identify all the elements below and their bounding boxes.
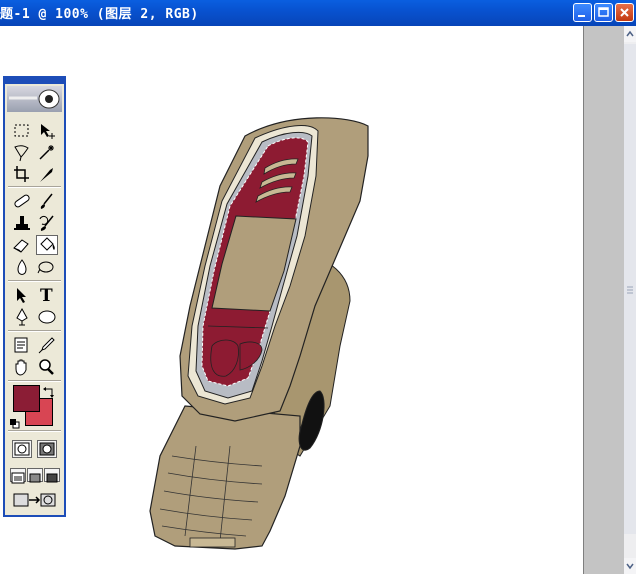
crop-tool-icon[interactable] — [11, 164, 33, 184]
marquee-tool-icon[interactable] — [11, 121, 33, 141]
magic-wand-tool-icon[interactable] — [36, 142, 58, 162]
shape-tool-icon[interactable] — [36, 307, 58, 327]
foreground-color-swatch[interactable] — [13, 385, 40, 412]
history-brush-tool-icon[interactable] — [36, 213, 58, 233]
standard-mode-button[interactable] — [12, 440, 32, 458]
slice-tool-icon[interactable] — [36, 164, 58, 184]
pasteboard-area — [583, 26, 625, 574]
lasso-tool-icon[interactable] — [11, 142, 33, 162]
swap-colors-icon[interactable] — [43, 383, 55, 398]
dodge-tool-icon[interactable] — [36, 257, 58, 277]
toolbox-titlebar[interactable] — [5, 78, 64, 84]
hand-tool-icon[interactable] — [11, 357, 33, 377]
default-colors-icon[interactable] — [10, 414, 20, 429]
move-tool-icon[interactable] — [36, 121, 58, 141]
toolbox-separator — [8, 330, 61, 332]
phone-illustration — [149, 117, 369, 550]
paint-bucket-tool-icon[interactable] — [36, 235, 58, 255]
pen-tool-icon[interactable] — [11, 307, 33, 327]
toolbox-separator — [8, 280, 61, 282]
full-screen-mode-button[interactable] — [44, 468, 60, 483]
toolbox-separator — [8, 380, 61, 382]
blur-tool-icon[interactable] — [11, 257, 33, 277]
window-title: 题-1 @ 100% (图层 2, RGB) — [0, 7, 199, 22]
healing-brush-tool-icon[interactable] — [11, 191, 33, 211]
minimize-button[interactable] — [573, 3, 592, 22]
type-tool-glyph: T — [40, 286, 53, 305]
brush-tool-icon[interactable] — [36, 191, 58, 211]
window-titlebar[interactable]: 题-1 @ 100% (图层 2, RGB) — [0, 0, 636, 26]
path-selection-tool-icon[interactable] — [11, 285, 33, 305]
eraser-tool-icon[interactable] — [11, 235, 33, 255]
clone-stamp-tool-icon[interactable] — [11, 213, 33, 233]
scroll-thumb[interactable] — [624, 44, 636, 534]
toolbox-separator — [8, 186, 61, 188]
document-canvas[interactable] — [0, 26, 583, 574]
eyedropper-tool-icon[interactable] — [36, 335, 58, 355]
notes-tool-icon[interactable] — [11, 335, 33, 355]
close-button[interactable] — [615, 3, 634, 22]
type-tool-icon[interactable]: T — [36, 285, 58, 305]
vertical-scrollbar[interactable] — [624, 26, 636, 574]
toolbox-separator — [8, 430, 61, 432]
photoshop-eye-icon[interactable] — [7, 86, 62, 112]
full-screen-menu-mode-button[interactable] — [27, 468, 43, 483]
standard-screen-mode-button[interactable] — [10, 468, 26, 484]
scroll-down-button[interactable] — [624, 558, 636, 574]
jump-to-imageready-button[interactable] — [11, 490, 59, 510]
scroll-up-button[interactable] — [624, 26, 636, 42]
quick-mask-mode-button[interactable] — [37, 440, 57, 458]
toolbox-panel[interactable]: T — [3, 76, 66, 517]
zoom-tool-icon[interactable] — [36, 357, 58, 377]
maximize-button[interactable] — [594, 3, 613, 22]
